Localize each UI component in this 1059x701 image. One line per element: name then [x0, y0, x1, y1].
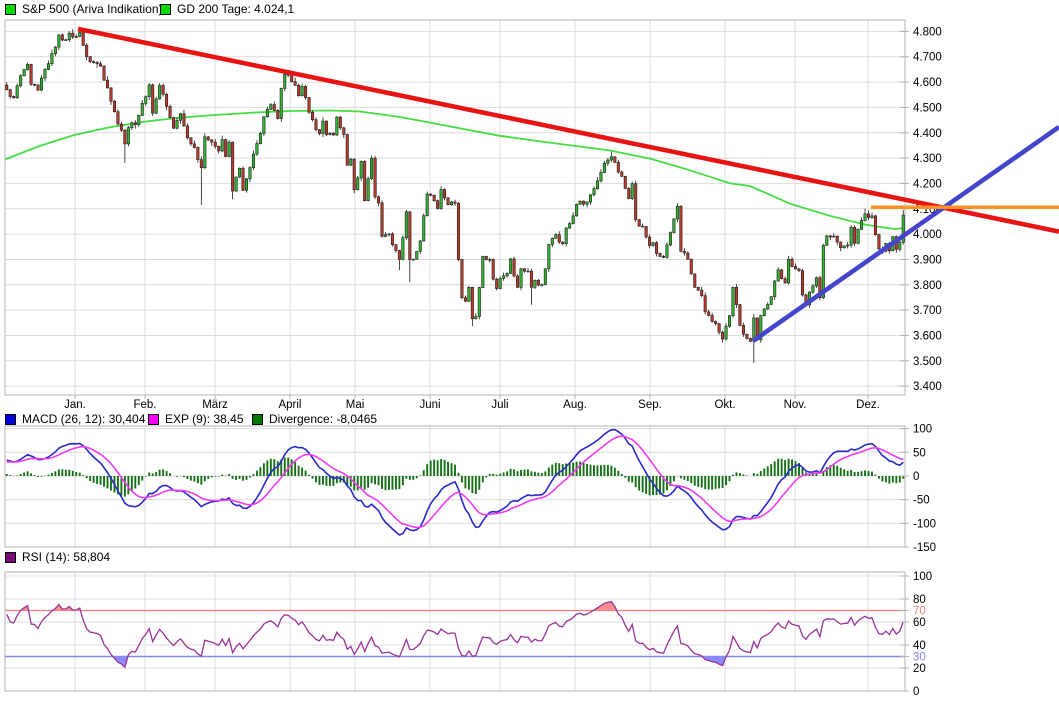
svg-text:4.700: 4.700 — [913, 52, 942, 64]
legend-label: Divergence: -8,0465 — [269, 412, 377, 426]
ariva-stock-chart-page: 4.8004.7004.6004.5004.4004.3004.2004.100… — [0, 0, 1059, 701]
svg-text:4.600: 4.600 — [913, 77, 942, 89]
macd-histogram — [7, 458, 904, 497]
svg-text:4.500: 4.500 — [913, 102, 942, 114]
svg-text:Mai: Mai — [346, 399, 365, 411]
svg-text:3.400: 3.400 — [913, 381, 942, 393]
svg-text:Feb.: Feb. — [133, 399, 156, 411]
rsi-panel — [5, 602, 905, 668]
legend-label: GD 200 Tage: 4.024,1 — [177, 2, 294, 16]
svg-text:0: 0 — [913, 686, 919, 698]
rsi-grid — [5, 572, 905, 691]
svg-text:50: 50 — [913, 447, 926, 459]
macd-grid — [5, 426, 905, 547]
svg-text:4.300: 4.300 — [913, 153, 942, 165]
legend-item-gd200: GD 200 Tage: 4.024,1 — [160, 2, 294, 16]
price-legend: S&P 500 (Ariva Indikation) GD 200 Tage: … — [0, 2, 1059, 17]
rsi-legend: RSI (14): 58,804 — [0, 550, 1059, 565]
series-color-swatch — [5, 552, 16, 563]
macd-line — [7, 430, 904, 535]
trendline-falling-resistance — [78, 29, 1059, 232]
svg-text:Juli: Juli — [491, 399, 508, 411]
svg-text:3.600: 3.600 — [913, 330, 942, 342]
svg-text:Sep.: Sep. — [638, 399, 662, 411]
svg-text:Dez.: Dez. — [856, 399, 880, 411]
legend-item-exp: EXP (9): 38,45 — [148, 412, 244, 426]
x-axis-labels: Jan. Feb. März April Mai Juni Juli Aug. Sep. Okt.… — [64, 395, 880, 411]
svg-text:3.500: 3.500 — [913, 356, 942, 368]
svg-text:4.400: 4.400 — [913, 128, 942, 140]
svg-text:3.700: 3.700 — [913, 305, 942, 317]
macd-panel — [7, 430, 904, 535]
svg-text:Juni: Juni — [419, 399, 440, 411]
svg-text:3.900: 3.900 — [913, 254, 942, 266]
svg-text:20: 20 — [913, 663, 926, 675]
legend-label: RSI (14): 58,804 — [22, 550, 110, 564]
legend-label: MACD (26, 12): 30,404 — [22, 412, 145, 426]
rsi-line — [7, 602, 904, 668]
svg-text:April: April — [278, 399, 301, 411]
svg-text:70: 70 — [913, 606, 926, 618]
legend-item-divergence: Divergence: -8,0465 — [252, 412, 377, 426]
macd-legend: MACD (26, 12): 30,404 EXP (9): 38,45 Div… — [0, 412, 1059, 427]
svg-text:Aug.: Aug. — [563, 399, 587, 411]
series-color-swatch — [5, 4, 16, 15]
legend-item-rsi: RSI (14): 58,804 — [5, 550, 110, 564]
series-color-swatch — [252, 414, 263, 425]
svg-text:40: 40 — [913, 640, 926, 652]
series-color-swatch — [5, 414, 16, 425]
svg-text:-100: -100 — [913, 518, 936, 530]
price-grid — [5, 20, 905, 395]
series-color-swatch — [160, 4, 171, 15]
legend-item-macd: MACD (26, 12): 30,404 — [5, 412, 145, 426]
price-y-axis-labels: 4.8004.7004.6004.5004.4004.3004.2004.100… — [900, 26, 942, 393]
svg-text:60: 60 — [913, 617, 926, 629]
svg-text:März: März — [202, 399, 228, 411]
stock-chart: 4.8004.7004.6004.5004.4004.3004.2004.100… — [0, 0, 1059, 701]
svg-text:30: 30 — [913, 652, 926, 664]
svg-text:Jan.: Jan. — [64, 399, 86, 411]
legend-label: S&P 500 (Ariva Indikation) — [22, 2, 163, 16]
legend-label: EXP (9): 38,45 — [165, 412, 244, 426]
svg-text:80: 80 — [913, 594, 926, 606]
svg-text:0: 0 — [913, 471, 919, 483]
legend-item-sp500: S&P 500 (Ariva Indikation) — [5, 2, 163, 16]
svg-text:4.000: 4.000 — [913, 229, 942, 241]
svg-text:-50: -50 — [913, 495, 930, 507]
series-color-swatch — [148, 414, 159, 425]
svg-text:4.200: 4.200 — [913, 178, 942, 190]
svg-text:Nov.: Nov. — [784, 399, 807, 411]
svg-text:4.800: 4.800 — [913, 26, 942, 38]
svg-text:Okt.: Okt. — [714, 399, 735, 411]
svg-text:100: 100 — [913, 571, 932, 583]
svg-text:3.800: 3.800 — [913, 280, 942, 292]
